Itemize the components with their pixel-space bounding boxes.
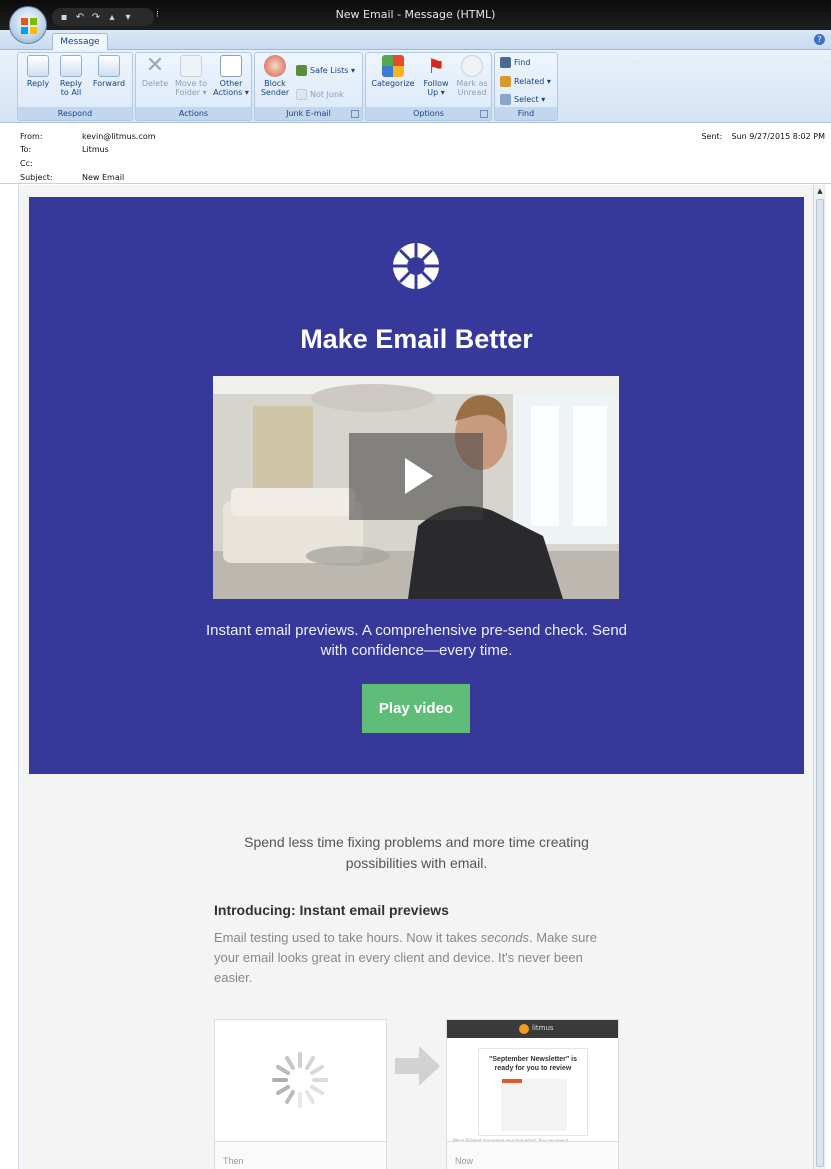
office-logo-icon (21, 18, 37, 34)
group-actions: ✕ Delete Move to Folder ▾ Other Actions … (135, 52, 252, 121)
categorize-icon (382, 55, 404, 77)
window-title: New Email - Message (HTML) (335, 8, 496, 21)
reply-icon (27, 55, 49, 77)
group-junk-email: Block Sender Safe Lists ▾ Not Junk Junk … (254, 52, 363, 121)
play-icon (405, 458, 433, 494)
group-respond: Reply Reply to All Forward Respond (17, 52, 133, 121)
tagline: Spend less time fixing problems and more… (244, 834, 589, 871)
vertical-scrollbar[interactable]: ▲ (813, 185, 826, 1169)
video-thumbnail[interactable] (213, 376, 619, 599)
reply-all-icon (60, 55, 82, 77)
safe-lists-button[interactable]: Safe Lists ▾ (296, 65, 355, 76)
reply-button[interactable]: Reply (22, 55, 54, 88)
junk-dialog-launcher-icon[interactable] (351, 110, 359, 118)
hero-description: Instant email previews. A comprehensive … (205, 622, 628, 659)
office-button[interactable] (9, 6, 47, 44)
help-icon[interactable]: ? (814, 34, 825, 45)
play-video-button[interactable]: Play video (362, 684, 470, 733)
to-value[interactable]: Litmus (82, 145, 109, 154)
intro-heading: Introducing: Instant email previews (214, 902, 449, 918)
litmus-logo-icon (393, 243, 439, 289)
envelope-icon (461, 55, 483, 77)
card-then-caption: Then (215, 1141, 386, 1169)
litmus-brand-text: litmus (532, 1024, 554, 1032)
scroll-thumb[interactable] (816, 199, 824, 1167)
group-options: Categorize ⚑ Follow Up ▾ Mark as Unread … (365, 52, 492, 121)
group-label-find: Find (495, 107, 557, 120)
forward-button[interactable]: Forward (88, 55, 130, 88)
mark-as-unread-button[interactable]: Mark as Unread (454, 55, 490, 97)
group-find: Find Related ▾ Select ▾ Find (494, 52, 558, 121)
block-sender-button[interactable]: Block Sender (258, 55, 292, 97)
card-then: Then (214, 1019, 387, 1169)
mini-email-preview (501, 1079, 567, 1131)
options-dialog-launcher-icon[interactable] (480, 110, 488, 118)
group-label-junk: Junk E-mail (255, 107, 362, 120)
folder-icon (180, 55, 202, 77)
email-body-section: Spend less time fixing problems and more… (29, 774, 804, 1169)
group-label-actions: Actions (136, 107, 251, 120)
related-icon (500, 76, 511, 87)
other-actions-button[interactable]: Other Actions ▾ (212, 55, 250, 97)
arrow-right-icon (395, 1046, 440, 1086)
move-to-folder-button[interactable]: Move to Folder ▾ (172, 55, 210, 97)
litmus-small-logo-icon (519, 1024, 529, 1034)
litmus-app-bar: litmus (447, 1020, 618, 1038)
not-junk-icon (296, 89, 307, 100)
select-button[interactable]: Select ▾ (500, 94, 545, 105)
email-hero: Make Email Better Instant email previews… (29, 197, 804, 774)
subject-row: Subject: New Email (20, 173, 125, 182)
sent-value: Sun 9/27/2015 8:02 PM (731, 132, 825, 141)
not-junk-button[interactable]: Not Junk (296, 89, 344, 100)
block-sender-icon (264, 55, 286, 77)
from-row: From: kevin@litmus.com (20, 132, 156, 141)
hero-title: Make Email Better (300, 324, 533, 354)
flag-icon: ⚑ (427, 54, 445, 78)
tab-message[interactable]: Message (52, 33, 108, 50)
other-actions-icon (220, 55, 242, 77)
card-now: litmus "September Newsletter" is ready f… (446, 1019, 619, 1169)
title-bar: ▪ ↶ ↷ ▴ ▾ ⁝ New Email - Message (HTML) (0, 0, 831, 30)
mini-cta-bar (502, 1079, 522, 1083)
forward-icon (98, 55, 120, 77)
related-button[interactable]: Related ▾ (500, 76, 551, 87)
delete-icon: ✕ (145, 53, 165, 78)
preview-headline: "September Newsletter" is ready for you … (489, 1056, 577, 1072)
group-label-respond: Respond (18, 107, 132, 120)
delete-button[interactable]: ✕ Delete (138, 53, 172, 89)
reading-pane[interactable]: Make Email Better Instant email previews… (18, 185, 813, 1169)
card-now-caption: Now (447, 1141, 618, 1169)
cc-row: Cc: (20, 159, 33, 168)
group-label-options: Options (366, 107, 491, 120)
binoculars-icon (500, 57, 511, 68)
reply-all-button[interactable]: Reply to All (56, 55, 86, 97)
preview-panel: "September Newsletter" is ready for you … (478, 1048, 588, 1136)
categorize-button[interactable]: Categorize (368, 55, 418, 88)
to-row: To: Litmus (20, 145, 109, 154)
intro-text: Email testing used to take hours. Now it… (214, 930, 597, 985)
cursor-icon (500, 94, 511, 105)
sent-row: Sent: Sun 9/27/2015 8:02 PM (701, 132, 825, 141)
ribbon-tab-strip: Message ? (0, 30, 831, 50)
scroll-up-icon[interactable]: ▲ (815, 187, 825, 197)
play-overlay[interactable] (349, 433, 483, 520)
spinner-icon (272, 1052, 328, 1108)
message-header: From: kevin@litmus.com To: Litmus Cc: Subj… (0, 123, 831, 184)
find-button[interactable]: Find (500, 57, 530, 68)
safe-lists-icon (296, 65, 307, 76)
from-value[interactable]: kevin@litmus.com (82, 132, 156, 141)
subject-value: New Email (82, 173, 125, 182)
ribbon: Reply Reply to All Forward Respond ✕ Del… (0, 50, 831, 123)
follow-up-button[interactable]: ⚑ Follow Up ▾ (418, 55, 454, 97)
